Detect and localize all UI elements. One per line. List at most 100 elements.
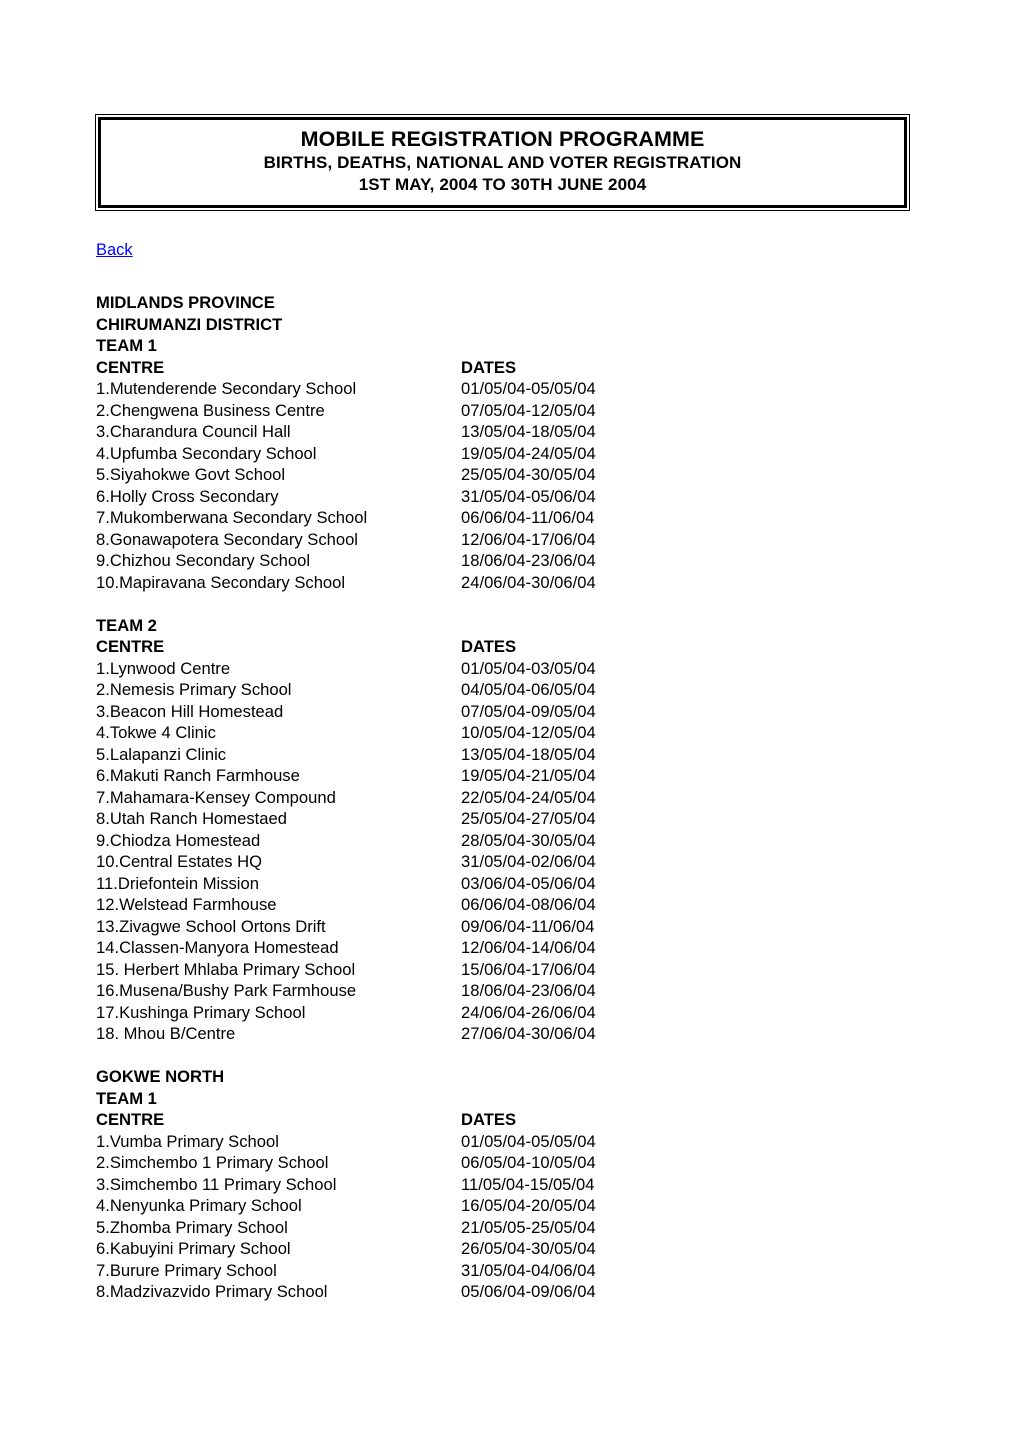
team-heading: TEAM 1 (96, 335, 926, 357)
schedule-row: 13.Zivagwe School Ortons Drift 09/06/04-1… (96, 916, 926, 938)
schedule-row: 9.Chizhou Secondary School 18/06/04-23/06… (96, 550, 926, 572)
province-heading-label: MIDLANDS PROVINCE (96, 293, 275, 312)
centre-name: 8.Utah Ranch Homestaed (96, 809, 287, 828)
centre-name: 2.Nemesis Primary School (96, 680, 292, 699)
schedule-row: 1.Lynwood Centre 01/05/04-03/05/04 (96, 658, 926, 680)
column-header-centre: CENTRE (96, 357, 165, 377)
centre-name: 10.Central Estates HQ (96, 852, 263, 871)
schedule-row: 7.Burure Primary School 31/05/04-04/06/04 (96, 1260, 926, 1282)
centre-dates: 12/06/04-14/06/04 (461, 938, 596, 957)
centre-dates: 27/06/04-30/06/04 (461, 1024, 596, 1043)
centre-dates: 19/05/04-21/05/04 (461, 766, 596, 785)
schedule-row: 18. Mhou B/Centre 27/06/04-30/06/04 (96, 1023, 926, 1045)
schedule-row: 6.Holly Cross Secondary 31/05/04-05/06/04 (96, 486, 926, 508)
centre-dates: 01/05/04-05/05/04 (461, 1131, 596, 1151)
centre-dates: 26/05/04-30/05/04 (461, 1239, 596, 1258)
schedule-row: 5.Siyahokwe Govt School 25/05/04-30/05/04 (96, 464, 926, 486)
column-header-row: CENTRE DATES (96, 357, 926, 379)
centre-name: 11.Driefontein Mission (96, 873, 259, 893)
centre-dates: 31/05/04-04/06/04 (461, 1260, 596, 1280)
centre-dates: 07/05/04-12/05/04 (461, 400, 596, 420)
schedule-row: 6.Makuti Ranch Farmhouse 19/05/04-21/05/0… (96, 765, 926, 787)
centre-name: 4.Tokwe 4 Clinic (96, 723, 216, 742)
schedule-row: 3.Beacon Hill Homestead 07/05/04-09/05/04 (96, 701, 926, 723)
centre-name: 7.Burure Primary School (96, 1260, 277, 1280)
schedule-row: 6.Kabuyini Primary School 26/05/04-30/05/… (96, 1238, 926, 1260)
centre-name: 12.Welstead Farmhouse (96, 895, 277, 914)
district-heading: CHIRUMANZI DISTRICT (96, 314, 926, 336)
district-heading-label: CHIRUMANZI DISTRICT (96, 314, 283, 334)
district-heading: GOKWE NORTH (96, 1066, 926, 1088)
centre-name: 9.Chizhou Secondary School (96, 551, 311, 570)
column-header-row: CENTRE DATES (96, 636, 926, 658)
schedule-row: 8.Madzivazvido Primary School 05/06/04-09… (96, 1281, 926, 1303)
centre-name: 8.Gonawapotera Secondary School (96, 529, 358, 549)
column-header-row: CENTRE DATES (96, 1109, 926, 1131)
centre-name: 5.Lalapanzi Clinic (96, 744, 227, 764)
centre-name: 5.Siyahokwe Govt School (96, 465, 286, 484)
centre-dates: 01/05/04-05/05/04 (461, 379, 596, 398)
centre-dates: 25/05/04-30/05/04 (461, 465, 596, 484)
column-header-centre: CENTRE (96, 637, 165, 656)
centre-name: 8.Madzivazvido Primary School (96, 1282, 328, 1301)
centre-name: 14.Classen-Manyora Homestead (96, 938, 339, 957)
back-link[interactable]: Back (96, 241, 133, 260)
centre-dates: 21/05/05-25/05/04 (461, 1217, 596, 1237)
centre-name: 13.Zivagwe School Ortons Drift (96, 916, 326, 936)
province-heading: MIDLANDS PROVINCE (96, 292, 926, 314)
centre-name: 3.Simchembo 11 Primary School (96, 1174, 337, 1194)
centre-name: 7.Mahamara-Kensey Compound (96, 787, 336, 807)
schedule-row: 5.Zhomba Primary School 21/05/05-25/05/04 (96, 1217, 926, 1239)
centre-name: 10.Mapiravana Secondary School (96, 572, 346, 592)
document-title-box: MOBILE REGISTRATION PROGRAMME BIRTHS, DE… (95, 114, 910, 211)
schedule-row: 2.Simchembo 1 Primary School 06/05/04-10/… (96, 1152, 926, 1174)
centre-name: 9.Chiodza Homestead (96, 830, 261, 850)
centre-name: 6.Makuti Ranch Farmhouse (96, 766, 300, 785)
centre-dates: 06/06/04-08/06/04 (461, 895, 596, 914)
centre-dates: 22/05/04-24/05/04 (461, 787, 596, 807)
schedule-row: 1.Mutenderende Secondary School 01/05/04-… (96, 378, 926, 400)
centre-dates: 31/05/04-05/06/04 (461, 486, 596, 506)
schedule-row: 15. Herbert Mhlaba Primary School 15/06/0… (96, 959, 926, 981)
centre-dates: 07/05/04-09/05/04 (461, 701, 596, 721)
centre-dates: 03/06/04-05/06/04 (461, 873, 596, 893)
column-header-dates: DATES (461, 637, 517, 656)
centre-dates: 09/06/04-11/06/04 (461, 916, 595, 936)
schedule-row: 17.Kushinga Primary School 24/06/04-26/06… (96, 1002, 926, 1024)
team-heading: TEAM 1 (96, 1088, 926, 1110)
centre-dates: 16/05/04-20/05/04 (461, 1196, 596, 1215)
centre-dates: 06/05/04-10/05/04 (461, 1153, 596, 1172)
page-subtitle: BIRTHS, DEATHS, NATIONAL AND VOTER REGIS… (263, 153, 742, 172)
page-date-range: 1ST MAY, 2004 TO 30TH JUNE 2004 (358, 175, 647, 194)
column-header-dates: DATES (461, 1110, 517, 1129)
centre-dates: 04/05/04-06/05/04 (461, 680, 596, 699)
schedule-row: 3.Simchembo 11 Primary School 11/05/04-15… (96, 1174, 926, 1196)
centre-name: 1.Lynwood Centre (96, 658, 231, 678)
centre-name: 16.Musena/Bushy Park Farmhouse (96, 981, 357, 1000)
centre-name: 5.Zhomba Primary School (96, 1217, 288, 1237)
centre-dates: 13/05/04-18/05/04 (461, 744, 596, 764)
centre-dates: 24/06/04-26/06/04 (461, 1002, 596, 1022)
centre-name: 6.Holly Cross Secondary (96, 486, 279, 506)
team-heading: TEAM 2 (96, 615, 926, 637)
document-title-box-inner: MOBILE REGISTRATION PROGRAMME BIRTHS, DE… (98, 117, 907, 208)
centre-dates: 18/06/04-23/06/04 (461, 551, 596, 570)
centre-name: 6.Kabuyini Primary School (96, 1239, 291, 1258)
schedule-row: 8.Utah Ranch Homestaed 25/05/04-27/05/04 (96, 808, 926, 830)
schedule-row: 4.Nenyunka Primary School 16/05/04-20/05/… (96, 1195, 926, 1217)
centre-name: 3.Beacon Hill Homestead (96, 701, 284, 721)
schedule-row: 2.Chengwena Business Centre 07/05/04-12/0… (96, 400, 926, 422)
centre-dates: 18/06/04-23/06/04 (461, 981, 596, 1000)
schedule-row: 16.Musena/Bushy Park Farmhouse 18/06/04-2… (96, 980, 926, 1002)
schedule-row: 3.Charandura Council Hall 13/05/04-18/05/… (96, 421, 926, 443)
centre-name: 2.Simchembo 1 Primary School (96, 1153, 329, 1172)
centre-name: 1.Mutenderende Secondary School (96, 379, 357, 398)
centre-dates: 10/05/04-12/05/04 (461, 723, 596, 742)
schedule-row: 14.Classen-Manyora Homestead 12/06/04-14/… (96, 937, 926, 959)
centre-dates: 19/05/04-24/05/04 (461, 443, 596, 463)
schedule-content: MIDLANDS PROVINCE CHIRUMANZI DISTRICT TEAM… (96, 292, 926, 1303)
centre-dates: 13/05/04-18/05/04 (461, 422, 596, 441)
centre-name: 15. Herbert Mhlaba Primary School (96, 959, 356, 979)
